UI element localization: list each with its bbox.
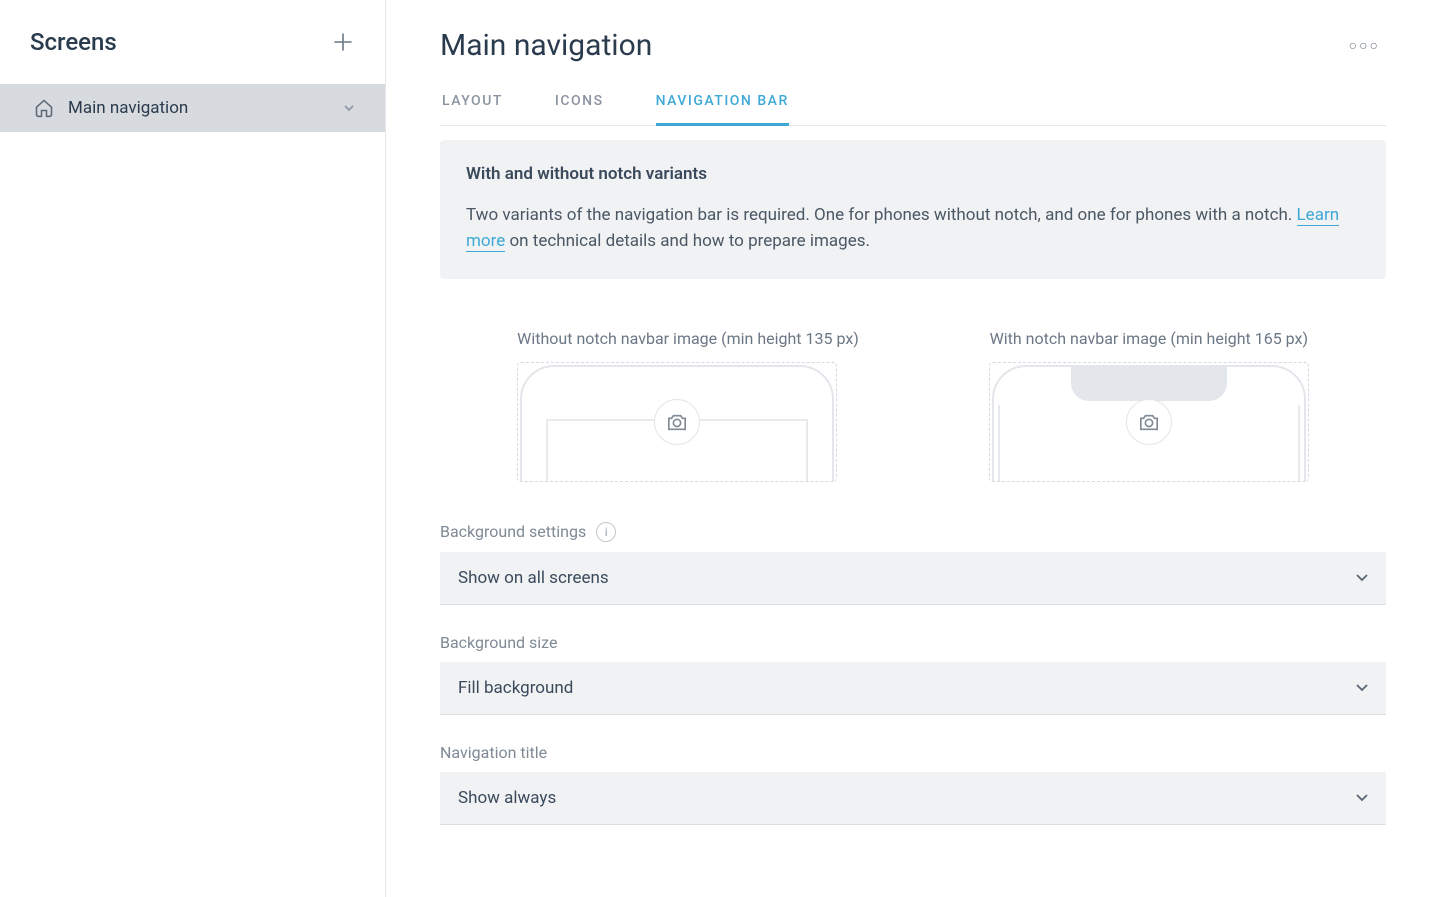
- background-settings-label: Background settings: [440, 522, 586, 541]
- info-icon[interactable]: i: [596, 522, 616, 542]
- background-size-value: Fill background: [458, 678, 573, 698]
- sidebar-title: Screens: [30, 28, 117, 56]
- add-screen-button[interactable]: [331, 30, 355, 54]
- more-options-button[interactable]: ○○○: [1343, 31, 1386, 60]
- sidebar: Screens Main navigation: [0, 0, 386, 897]
- tabs: Layout Icons Navigation Bar: [440, 93, 1386, 126]
- home-icon: [34, 98, 54, 118]
- page-title: Main navigation: [440, 28, 652, 63]
- upload-with-notch: With notch navbar image (min height 165 …: [989, 329, 1309, 482]
- main-content: Main navigation ○○○ Layout Icons Navigat…: [386, 0, 1440, 897]
- info-text-1: Two variants of the navigation bar is re…: [466, 205, 1297, 225]
- field-background-size: Background size Fill background: [440, 633, 1386, 715]
- chevron-down-icon: [343, 102, 355, 114]
- main-header: Main navigation ○○○: [440, 28, 1386, 63]
- without-notch-preview: [517, 362, 837, 482]
- info-text-2: on technical details and how to prepare …: [505, 231, 870, 251]
- tab-navigation-bar[interactable]: Navigation Bar: [656, 93, 789, 126]
- background-settings-select[interactable]: Show on all screens: [440, 552, 1386, 605]
- info-box-title: With and without notch variants: [466, 164, 1360, 184]
- navigation-title-select[interactable]: Show always: [440, 772, 1386, 825]
- sidebar-item-main-navigation[interactable]: Main navigation: [0, 84, 385, 132]
- field-navigation-title: Navigation title Show always: [440, 743, 1386, 825]
- plus-icon: [333, 32, 353, 52]
- tab-layout[interactable]: Layout: [442, 93, 503, 125]
- upload-without-notch: Without notch navbar image (min height 1…: [517, 329, 859, 482]
- upload-row: Without notch navbar image (min height 1…: [440, 329, 1386, 482]
- upload-without-notch-button[interactable]: [654, 399, 700, 445]
- camera-icon: [1138, 412, 1160, 432]
- sidebar-header: Screens: [0, 0, 385, 84]
- upload-with-notch-label: With notch navbar image (min height 165 …: [989, 329, 1309, 348]
- more-horizontal-icon: ○○○: [1349, 38, 1380, 54]
- navigation-title-value: Show always: [458, 788, 556, 808]
- info-box-body: Two variants of the navigation bar is re…: [466, 202, 1360, 255]
- tab-icons[interactable]: Icons: [555, 93, 604, 125]
- caret-down-icon: [1356, 684, 1368, 692]
- upload-without-notch-label: Without notch navbar image (min height 1…: [517, 329, 859, 348]
- sidebar-item-label: Main navigation: [68, 98, 329, 118]
- navigation-title-label: Navigation title: [440, 743, 547, 762]
- background-size-select[interactable]: Fill background: [440, 662, 1386, 715]
- background-settings-value: Show on all screens: [458, 568, 609, 588]
- field-background-settings: Background settings i Show on all screen…: [440, 522, 1386, 605]
- caret-down-icon: [1356, 574, 1368, 582]
- background-size-label: Background size: [440, 633, 557, 652]
- camera-icon: [666, 412, 688, 432]
- info-box: With and without notch variants Two vari…: [440, 140, 1386, 279]
- upload-with-notch-button[interactable]: [1126, 399, 1172, 445]
- caret-down-icon: [1356, 794, 1368, 802]
- with-notch-preview: [989, 362, 1309, 482]
